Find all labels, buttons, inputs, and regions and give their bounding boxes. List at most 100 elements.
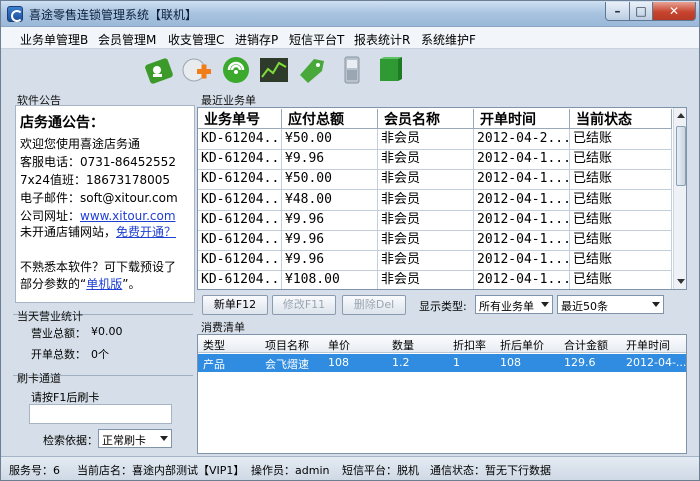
minimize-button[interactable]: – xyxy=(605,2,630,21)
maximize-button[interactable]: □ xyxy=(629,2,653,21)
order-cell: 非会员 xyxy=(378,189,474,210)
member-card-icon[interactable] xyxy=(144,55,176,85)
book-icon[interactable] xyxy=(374,55,406,85)
order-cell: KD-61204... xyxy=(198,209,282,230)
close-icon: ✕ xyxy=(668,4,680,18)
column-header[interactable]: 当前状态 xyxy=(570,109,672,129)
order-cell: 已结账 xyxy=(570,209,672,230)
consume-cell: 2012-04-... xyxy=(626,356,687,369)
scroll-up-icon[interactable] xyxy=(677,113,685,118)
status-connection: 通信状态：暂无下行数据 xyxy=(430,464,551,477)
orders-table: 业务单号 应付总额 会员名称 开单时间 当前状态 KD-61204... ¥50.… xyxy=(197,107,687,290)
order-cell: KD-61204... xyxy=(198,129,282,149)
scroll-thumb[interactable] xyxy=(676,126,686,186)
column-header[interactable]: 折扣率 xyxy=(453,337,486,353)
order-limit-select[interactable]: 最近50条 xyxy=(557,295,664,314)
consume-cell: 产品 xyxy=(203,358,225,371)
column-header[interactable]: 类型 xyxy=(203,337,225,353)
menu-system[interactable]: 系统维护F xyxy=(421,31,476,48)
order-cell: 已结账 xyxy=(570,149,672,170)
orders-scrollbar[interactable] xyxy=(673,108,686,289)
consume-row-selected[interactable]: 产品 会飞熠速 108 1.2 1 108 129.6 2012-04-... xyxy=(198,354,686,372)
column-header[interactable]: 应付总额 xyxy=(282,109,378,129)
consume-cell: 108 xyxy=(500,356,521,369)
orders-header: 业务单号 应付总额 会员名称 开单时间 当前状态 xyxy=(198,108,672,129)
edit-order-button[interactable]: 修改F11 xyxy=(272,295,336,315)
menu-members[interactable]: 会员管理M xyxy=(98,31,156,48)
search-basis-select[interactable]: 正常刷卡 xyxy=(98,429,172,448)
status-operator: 操作员：admin xyxy=(251,464,330,477)
order-cell: 已结账 xyxy=(570,270,672,289)
notice-line: 欢迎您使用喜途店务通 xyxy=(20,137,141,151)
column-header[interactable]: 数量 xyxy=(392,337,414,353)
menu-finance[interactable]: 收支管理C xyxy=(168,31,224,48)
consume-cell: 129.6 xyxy=(564,356,596,369)
card-prompt: 请按F1后刷卡 xyxy=(31,391,100,404)
consume-table: 类型 项目名称 单价 数量 折扣率 折后单价 合计金额 开单时间 产品 会飞熠速… xyxy=(197,334,687,454)
order-cell: KD-61204... xyxy=(198,169,282,190)
close-button[interactable]: ✕ xyxy=(652,2,696,21)
maximize-icon: □ xyxy=(635,4,647,18)
order-cell: 非会员 xyxy=(378,169,474,190)
order-row[interactable]: KD-61204... ¥9.96 非会员 2012-04-1... 已结账 xyxy=(198,209,672,231)
order-row[interactable]: KD-61204... ¥50.00 非会员 2012-04-1... 已结账 xyxy=(198,169,672,191)
menu-reports[interactable]: 报表统计R xyxy=(354,31,410,48)
notice-line: 客服电话：0731-86452552 xyxy=(20,155,176,169)
order-row[interactable]: KD-61204... ¥108.00 非会员 2012-04-1... 已结账 xyxy=(198,270,672,289)
new-order-button[interactable]: 新单F12 xyxy=(202,295,268,315)
order-row[interactable]: KD-61204... ¥48.00 非会员 2012-04-1... 已结账 xyxy=(198,189,672,211)
search-basis-value: 正常刷卡 xyxy=(102,434,146,447)
add-item-icon[interactable] xyxy=(181,55,213,85)
status-shop: 当前店名：喜途内部测试【VIP1】 xyxy=(77,464,245,477)
column-header[interactable]: 开单时间 xyxy=(474,109,570,129)
phone-icon[interactable] xyxy=(336,55,368,85)
notice-title: 店务通公告： xyxy=(20,115,104,131)
standalone-link[interactable]: 单机版 xyxy=(86,277,122,291)
column-header[interactable]: 合计金额 xyxy=(564,337,608,353)
tag-icon[interactable] xyxy=(296,55,328,85)
chevron-down-icon xyxy=(652,302,660,307)
order-row[interactable]: KD-61204... ¥9.96 非会员 2012-04-1... 已结账 xyxy=(198,149,672,171)
order-cell: KD-61204... xyxy=(198,250,282,271)
menu-orders[interactable]: 业务单管理B xyxy=(20,31,88,48)
card-input[interactable] xyxy=(29,404,172,424)
standalone-suffix: ”。 xyxy=(122,277,141,291)
scroll-down-icon[interactable] xyxy=(677,279,685,284)
order-row[interactable]: KD-61204... ¥9.96 非会员 2012-04-1... 已结账 xyxy=(198,250,672,272)
website-link[interactable]: www.xitour.com xyxy=(80,209,176,223)
card-section-label: 刷卡通道 xyxy=(17,372,61,385)
sms-icon[interactable] xyxy=(220,55,252,85)
daily-total-label: 营业总额： xyxy=(31,327,86,340)
menu-bar: 业务单管理B 会员管理M 收支管理C 进销存P 短信平台T 报表统计R 系统维护… xyxy=(1,27,699,49)
notice-line: 7x24值班：18673178005 xyxy=(20,173,170,187)
order-row[interactable]: KD-61204... ¥9.96 非会员 2012-04-1... 已结账 xyxy=(198,230,672,251)
order-limit-value: 最近50条 xyxy=(561,300,608,313)
daily-section-label: 当天营业统计 xyxy=(17,310,83,323)
column-header[interactable]: 单价 xyxy=(328,337,350,353)
delete-order-button[interactable]: 删除Del xyxy=(342,295,406,315)
order-type-select[interactable]: 所有业务单 xyxy=(475,295,553,314)
order-cell: 已结账 xyxy=(570,169,672,190)
order-row[interactable]: KD-61204... ¥50.00 非会员 2012-04-2... 已结账 xyxy=(198,129,672,150)
order-cell: KD-61204... xyxy=(198,149,282,170)
column-header[interactable]: 业务单号 xyxy=(198,109,282,129)
order-cell: 2012-04-1... xyxy=(474,189,570,210)
column-header[interactable]: 会员名称 xyxy=(378,109,474,129)
column-header[interactable]: 开单时间 xyxy=(626,337,670,353)
menu-inventory[interactable]: 进销存P xyxy=(235,31,278,48)
orders-section-label: 最近业务单 xyxy=(201,94,256,107)
daily-orders-value: 0个 xyxy=(91,348,109,361)
standalone-line: 部分参数的“单机版”。 xyxy=(20,275,140,292)
column-header[interactable]: 折后单价 xyxy=(500,337,544,353)
minimize-icon: – xyxy=(614,4,621,18)
order-cell: 2012-04-1... xyxy=(474,209,570,230)
column-header[interactable]: 项目名称 xyxy=(265,337,309,353)
order-cell: ¥9.96 xyxy=(282,209,378,230)
report-chart-icon[interactable] xyxy=(258,55,290,85)
filter-label: 显示类型: xyxy=(419,300,467,313)
menu-sms[interactable]: 短信平台T xyxy=(289,31,344,48)
title-bar[interactable]: 喜途零售连锁管理系统【联机】 – □ ✕ xyxy=(1,1,699,27)
consume-cell: 1 xyxy=(453,356,460,369)
free-open-link[interactable]: 免费开通？ xyxy=(116,225,176,239)
app-logo-icon xyxy=(7,6,23,22)
